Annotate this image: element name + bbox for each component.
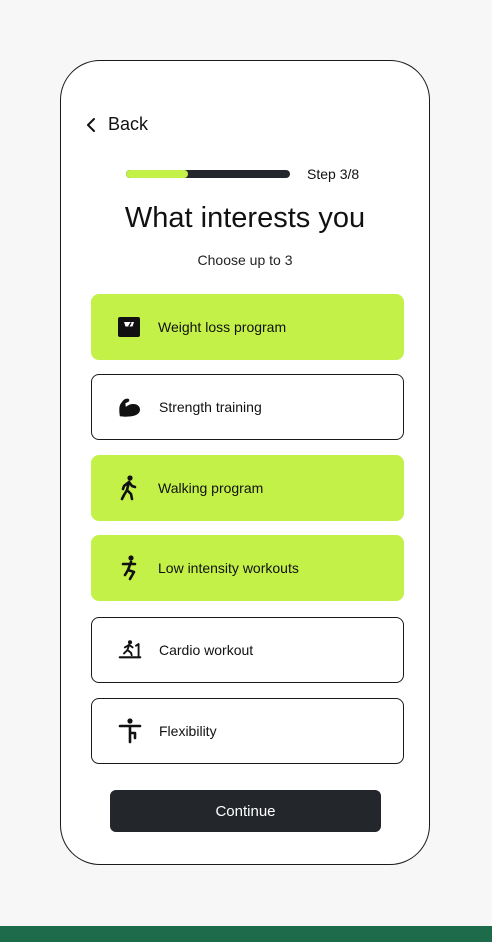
option-label: Cardio workout [159,642,254,658]
progress-bar [126,170,290,178]
back-label: Back [108,114,149,134]
stretching-person-icon [118,718,142,744]
continue-button[interactable]: Continue [110,790,381,832]
chevron-left-icon [87,117,95,132]
scale-icon [117,315,141,339]
option-label: Weight loss program [158,319,287,335]
walking-person-icon [117,475,141,501]
flexed-arm-icon [118,395,142,419]
option-walking-program[interactable]: Walking program [91,455,404,521]
option-weight-loss-program[interactable]: Weight loss program [91,294,404,360]
option-label: Flexibility [159,723,217,739]
option-low-intensity-workouts[interactable]: Low intensity workouts [91,535,404,601]
step-indicator: Step 3/8 [307,166,360,182]
page-subtitle: Choose up to 3 [197,252,293,268]
progress-bar-fill [126,170,188,178]
page-title: What interests you [124,202,366,234]
treadmill-icon [118,638,142,662]
back-button[interactable]: Back [86,114,148,135]
bottom-color-band [0,926,492,942]
option-cardio-workout[interactable]: Cardio workout [91,617,404,683]
option-label: Low intensity workouts [158,560,299,576]
option-label: Strength training [159,399,262,415]
squat-person-icon [117,555,141,581]
option-label: Walking program [158,480,264,496]
option-strength-training[interactable]: Strength training [91,374,404,440]
option-flexibility[interactable]: Flexibility [91,698,404,764]
